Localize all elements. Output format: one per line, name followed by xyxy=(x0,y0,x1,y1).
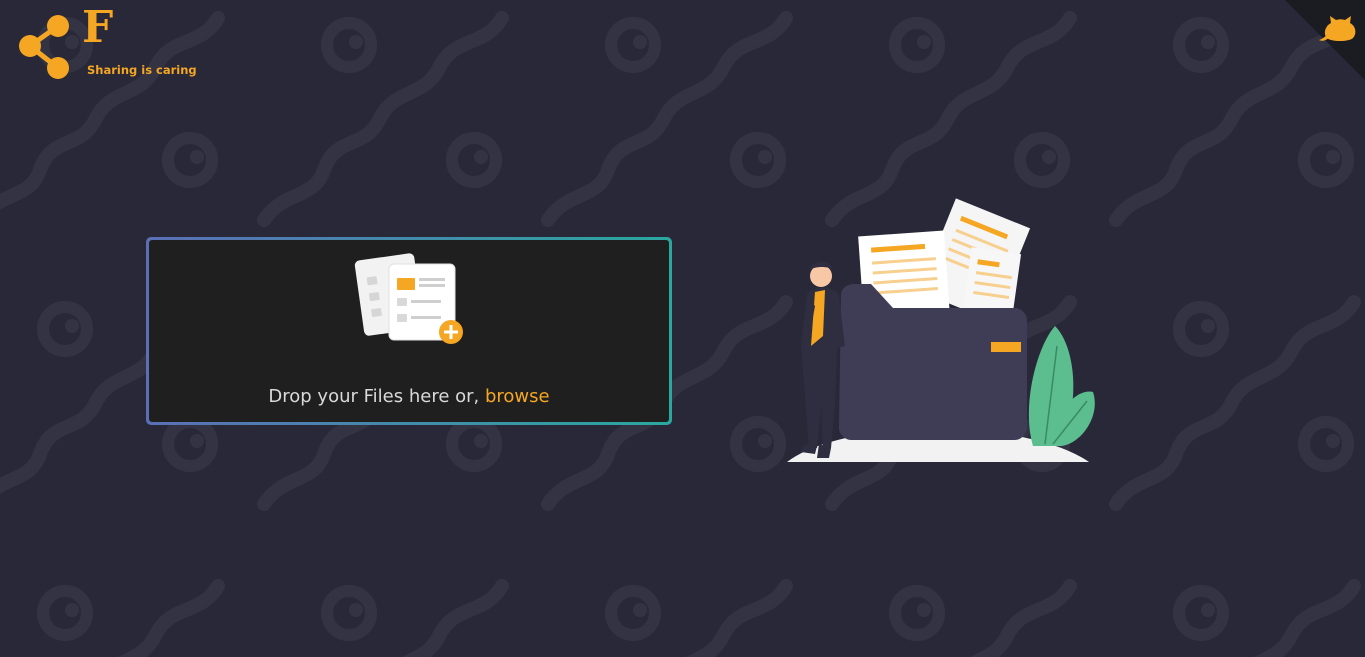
brand-letter: F xyxy=(82,2,114,53)
browse-link[interactable]: browse xyxy=(485,386,550,407)
brand-tagline: Sharing is caring xyxy=(87,63,197,77)
plant-illustration xyxy=(1028,326,1095,446)
brand-logo[interactable]: F Sharing is caring xyxy=(16,6,197,84)
add-files-icon xyxy=(354,253,463,344)
person-illustration xyxy=(801,261,845,458)
app-page: F Sharing is caring Drop your Files here… xyxy=(0,0,1365,657)
upload-dropzone-frame[interactable]: Drop your Files here or, browse xyxy=(146,237,672,425)
dropzone-prompt-text: Drop your Files here or, xyxy=(268,386,480,407)
share-nodes-icon xyxy=(19,15,69,79)
github-octocat-icon[interactable] xyxy=(1285,0,1365,80)
dropzone-prompt: Drop your Files here or, browse xyxy=(149,386,669,407)
upload-dropzone[interactable]: Drop your Files here or, browse xyxy=(149,240,669,422)
file-folder-illustration xyxy=(787,198,1095,462)
